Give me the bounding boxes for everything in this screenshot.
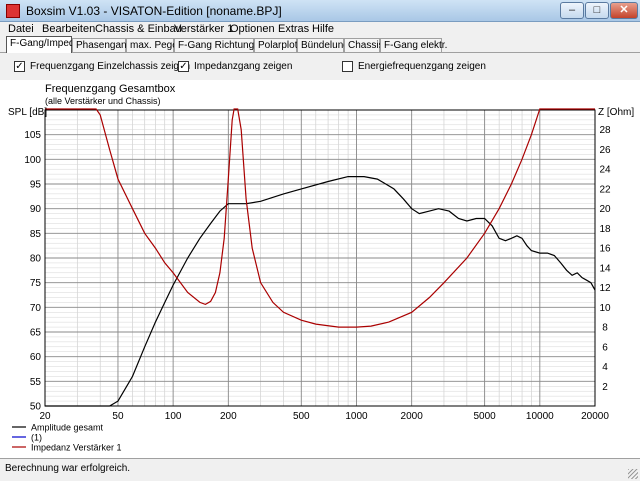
menu-bearbeiten[interactable]: Bearbeiten [42, 23, 95, 35]
option-label: Frequenzgang Einzelchassis zeigen [30, 61, 191, 72]
y-tick-label: 60 [30, 352, 42, 363]
x-tick-label: 10000 [526, 411, 554, 422]
menu-extras[interactable]: Extras [278, 23, 309, 35]
x-tick-label: 20 [39, 411, 51, 422]
menu-datei[interactable]: Datei [8, 23, 34, 35]
y2-axis-label: Z [Ohm] [598, 107, 634, 118]
resize-grip[interactable] [628, 469, 638, 479]
options-bar: ✓ Frequenzgang Einzelchassis zeigen ✓ Im… [0, 53, 640, 80]
x-tick-label: 1000 [345, 411, 368, 422]
y-tick-label: 90 [30, 204, 42, 215]
y-tick-label: 65 [30, 328, 42, 339]
y-tick-label: 50 [30, 402, 42, 413]
legend-label: Impedanz Verstärker 1 [31, 443, 122, 453]
y2-tick-label: 18 [599, 224, 611, 235]
tab-chassis[interactable]: Chassis [344, 38, 384, 52]
legend: Amplitude gesamt(1)Impedanz Verstärker 1 [12, 423, 122, 453]
series-line-3 [45, 108, 595, 328]
minimize-button[interactable]: – [560, 2, 584, 19]
menu-chassis-einbau[interactable]: Chassis & Einbau [95, 23, 182, 35]
checkbox-impedanz[interactable]: ✓ [178, 61, 189, 72]
chart-subtitle: (alle Verstärker und Chassis) [45, 96, 161, 106]
tab-bar: F-Gang/Imped. Phasengang max. Pegel F-Ga… [0, 36, 640, 53]
y2-tick-label: 28 [599, 125, 611, 136]
y2-tick-label: 4 [602, 362, 608, 373]
tab-buendelung[interactable]: Bündelung [297, 38, 349, 52]
title-bar: Boxsim V1.03 - VISATON-Edition [noname.B… [0, 0, 640, 22]
y-tick-label: 95 [30, 180, 42, 191]
menu-verstaerker[interactable]: Verstärker 1 [174, 23, 233, 35]
tab-max-pegel[interactable]: max. Pegel [126, 38, 180, 52]
x-tick-label: 50 [112, 411, 124, 422]
checkbox-einzelchassis[interactable]: ✓ [14, 61, 25, 72]
y-axis-label: SPL [dB] [8, 107, 47, 118]
status-text: Berechnung war erfolgreich. [5, 463, 131, 474]
y2-tick-label: 6 [602, 342, 608, 353]
y-tick-label: 55 [30, 377, 42, 388]
chart-area: 20 50 100 200 500 1000 2000 5000 10000 20000 50 55… [0, 80, 640, 458]
menu-optionen[interactable]: Optionen [230, 23, 275, 35]
close-button[interactable]: ✕ [610, 2, 638, 19]
option-label: Energiefrequenzgang zeigen [358, 61, 486, 72]
y2-tick-label: 2 [602, 382, 608, 393]
tab-fgang-richtungen[interactable]: F-Gang Richtungen [174, 38, 265, 52]
y2-tick-label: 12 [599, 283, 611, 294]
y2-tick-label: 14 [599, 263, 611, 274]
tab-polarplots[interactable]: Polarplots [254, 38, 302, 52]
menu-bar: Datei Bearbeiten Chassis & Einbau Verstä… [0, 22, 640, 36]
tab-phasengang[interactable]: Phasengang [72, 38, 132, 52]
legend-label: (1) [31, 433, 42, 443]
x-tick-label: 200 [220, 411, 237, 422]
x-tick-label: 100 [165, 411, 182, 422]
y-tick-label: 105 [24, 130, 41, 141]
app-icon [6, 4, 20, 18]
y-tick-label: 75 [30, 278, 42, 289]
y2-tick-label: 22 [599, 184, 611, 195]
menu-hilfe[interactable]: Hilfe [312, 23, 334, 35]
y2-tick-label: 20 [599, 204, 611, 215]
y2-tick-label: 8 [602, 323, 608, 334]
tab-fgang-elektr[interactable]: F-Gang elektr. [380, 38, 447, 52]
y-tick-label: 100 [24, 155, 41, 166]
x-tick-label: 500 [293, 411, 310, 422]
y2-tick-label: 10 [599, 303, 611, 314]
x-tick-label: 5000 [473, 411, 496, 422]
y-tick-label: 70 [30, 303, 42, 314]
maximize-button[interactable]: □ [585, 2, 609, 19]
y-tick-label: 85 [30, 229, 42, 240]
x-tick-label: 20000 [581, 411, 609, 422]
legend-label: Amplitude gesamt [31, 423, 104, 433]
option-label: Impedanzgang zeigen [194, 61, 293, 72]
checkbox-energie[interactable] [342, 61, 353, 72]
y2-tick-label: 16 [599, 244, 611, 255]
frequency-response-chart: 20 50 100 200 500 1000 2000 5000 10000 20000 5055… [8, 83, 634, 453]
y-tick-label: 80 [30, 254, 42, 265]
y2-tick-label: 26 [599, 145, 611, 156]
status-bar: Berechnung war erfolgreich. [0, 458, 640, 481]
y2-tick-label: 24 [599, 165, 611, 176]
x-tick-label: 2000 [401, 411, 424, 422]
tab-fgang-imped[interactable]: F-Gang/Imped. [6, 36, 77, 53]
window-title: Boxsim V1.03 - VISATON-Edition [noname.B… [26, 4, 282, 18]
chart-title: Frequenzgang Gesamtbox [45, 83, 176, 95]
